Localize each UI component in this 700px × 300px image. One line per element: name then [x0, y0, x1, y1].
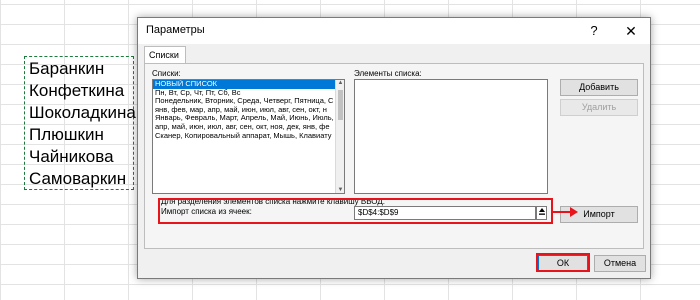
add-button[interactable]: Добавить [560, 79, 638, 96]
options-dialog: Параметры ? ✕ Списки Списки: Элементы сп… [137, 17, 651, 279]
list-item[interactable]: янв, фев, мар, апр, май, июн, июл, авг, … [153, 106, 344, 115]
close-button[interactable]: ✕ [620, 21, 642, 41]
scroll-thumb[interactable] [338, 90, 343, 120]
cell-name[interactable]: Баранкин [29, 59, 104, 79]
entries-label: Элементы списка: [354, 69, 422, 78]
scroll-down-icon[interactable]: ▼ [336, 187, 344, 193]
custom-lists-listbox[interactable]: НОВЫЙ СПИСОК Пн, Вт, Ср, Чт, Пт, Сб, Вс … [152, 79, 345, 194]
scroll-up-icon[interactable]: ▲ [336, 80, 344, 86]
help-button[interactable]: ? [584, 21, 604, 41]
arrow-right-icon [553, 207, 578, 217]
import-highlight-box [158, 198, 553, 224]
list-item[interactable]: апр, май, июн, июл, авг, сен, окт, ноя, … [153, 123, 344, 132]
list-item[interactable]: НОВЫЙ СПИСОК [153, 80, 344, 89]
ok-highlight-box [536, 253, 590, 272]
cell-name[interactable]: Самоваркин [29, 169, 126, 189]
delete-button[interactable]: Удалить [560, 99, 638, 116]
dialog-title: Параметры [146, 24, 205, 36]
cell-name[interactable]: Шоколадкина [29, 103, 136, 123]
list-item[interactable]: Сканер, Копировальный аппарат, Мышь, Кла… [153, 132, 344, 141]
cell-name[interactable]: Конфеткина [29, 81, 124, 101]
listbox-scrollbar[interactable]: ▲ ▼ [335, 80, 344, 193]
cell-name[interactable]: Чайникова [29, 147, 114, 167]
list-item[interactable]: Январь, Февраль, Март, Апрель, Май, Июнь… [153, 114, 344, 123]
lists-label: Списки: [152, 69, 181, 78]
list-item[interactable]: Понедельник, Вторник, Среда, Четверг, Пя… [153, 97, 344, 106]
list-item[interactable]: Пн, Вт, Ср, Чт, Пт, Сб, Вс [153, 89, 344, 98]
list-entries-textbox[interactable] [354, 79, 548, 194]
cancel-button[interactable]: Отмена [594, 255, 646, 272]
cell-name[interactable]: Плюшкин [29, 125, 104, 145]
tab-lists[interactable]: Списки [144, 46, 186, 64]
selected-range[interactable]: Баранкин Конфеткина Шоколадкина Плюшкин … [24, 56, 136, 190]
dialog-titlebar: Параметры ? ✕ [138, 18, 650, 44]
